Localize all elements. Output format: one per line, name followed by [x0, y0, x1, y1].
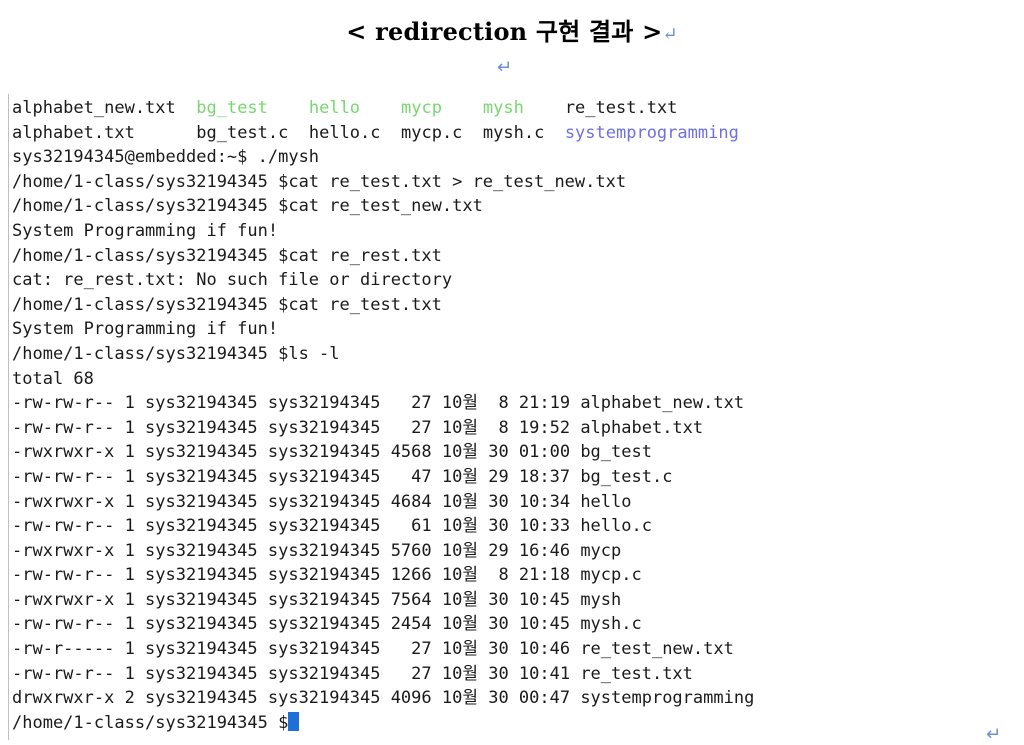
ls-long-row: -rw-r----- 1 sys32194345 sys32194345 27 …: [12, 639, 734, 660]
terminal-output: alphabet_new.txt bg_test hello mycp mysh…: [9, 94, 1004, 735]
terminal-line: System Programming if fun!: [12, 220, 279, 241]
title-text: < redirection 구현 결과 >: [346, 17, 663, 46]
ls-long-row: -rwxrwxr-x 1 sys32194345 sys32194345 468…: [12, 491, 632, 512]
paragraph-mark: ↵: [497, 57, 513, 78]
terminal-line: /home/1-class/sys32194345 $cat re_test.t…: [12, 294, 442, 315]
terminal-line: total 68: [12, 368, 94, 389]
ls-long-row: -rw-rw-r-- 1 sys32194345 sys32194345 27 …: [12, 393, 745, 414]
ls-entry: alphabet_new.txt: [12, 98, 176, 118]
terminal-screenshot: alphabet_new.txt bg_test hello mycp mysh…: [8, 94, 1004, 740]
ls-long-row: -rwxrwxr-x 1 sys32194345 sys32194345 456…: [12, 442, 652, 463]
ls-row-2: alphabet.txt bg_test.c hello.c mycp.c my…: [12, 121, 1004, 146]
ls-long-row: drwxrwxr-x 2 sys32194345 sys32194345 409…: [12, 688, 755, 709]
ls-long-row: -rw-rw-r-- 1 sys32194345 sys32194345 47 …: [12, 466, 673, 487]
ls-entry: mycp: [401, 98, 442, 118]
ls-long-row: -rwxrwxr-x 1 sys32194345 sys32194345 756…: [12, 589, 622, 610]
ls-entry: bg_test.c: [196, 122, 289, 143]
terminal-cursor: [288, 711, 300, 731]
terminal-line: sys32194345@embedded:~$ ./mysh: [12, 147, 320, 168]
shell-prompt: /home/1-class/sys32194345 $: [12, 712, 289, 733]
terminal-line: /home/1-class/sys32194345 $cat re_test.t…: [12, 171, 627, 192]
ls-entry: alphabet.txt: [12, 122, 135, 143]
terminal-line: System Programming if fun!: [12, 319, 279, 340]
shell-prompt-line: /home/1-class/sys32194345 $: [12, 711, 1004, 736]
ls-entry: hello: [308, 98, 361, 118]
ls-entry: bg_test: [196, 98, 268, 118]
terminal-line: /home/1-class/sys32194345 $ls -l: [12, 343, 340, 364]
ls-long-row: -rw-rw-r-- 1 sys32194345 sys32194345 27 …: [12, 417, 704, 438]
ls-entry: mysh: [482, 98, 524, 118]
ls-long-row: -rw-rw-r-- 1 sys32194345 sys32194345 245…: [12, 614, 642, 635]
document-title: < redirection 구현 결과 >↵: [0, 12, 1024, 47]
return-mark: ↵: [662, 24, 678, 45]
terminal-line: /home/1-class/sys32194345 $cat re_rest.t…: [12, 245, 442, 266]
ls-entry: systemprogramming: [564, 122, 739, 143]
ls-entry: re_test.txt: [564, 98, 678, 118]
terminal-line: /home/1-class/sys32194345 $cat re_test_n…: [12, 196, 483, 217]
ls-entry: mysh.c: [482, 122, 545, 143]
ls-entry: hello.c: [308, 122, 381, 143]
ls-long-row: -rwxrwxr-x 1 sys32194345 sys32194345 576…: [12, 540, 622, 561]
terminal-line: cat: re_rest.txt: No such file or direct…: [12, 270, 453, 291]
ls-long-row: -rw-rw-r-- 1 sys32194345 sys32194345 126…: [12, 565, 642, 586]
ls-long-row: -rw-rw-r-- 1 sys32194345 sys32194345 61 …: [12, 516, 652, 537]
ls-long-row: -rw-rw-r-- 1 sys32194345 sys32194345 27 …: [12, 663, 693, 684]
ls-entry: mycp.c: [401, 122, 463, 143]
ls-row-1: alphabet_new.txt bg_test hello mycp mysh…: [12, 96, 1004, 121]
